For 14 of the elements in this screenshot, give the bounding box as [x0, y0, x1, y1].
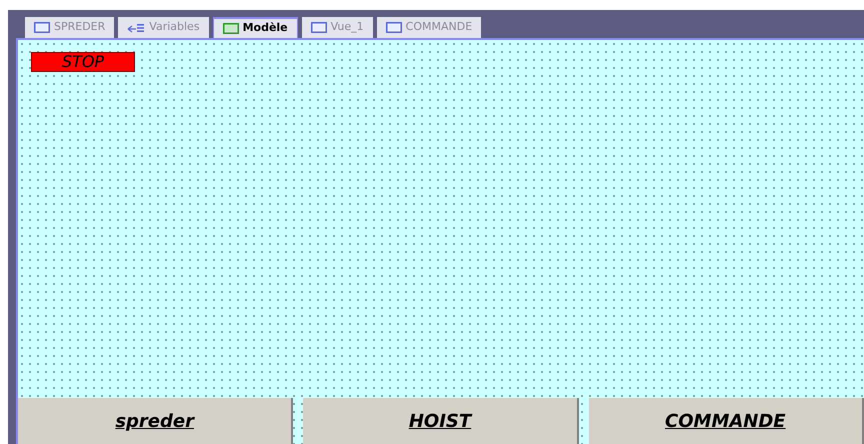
tab[interactable]: Variables — [118, 17, 209, 38]
nav-button[interactable]: HOIST — [303, 398, 579, 444]
stop-button[interactable]: STOP — [31, 52, 135, 72]
list-icon — [127, 22, 146, 32]
nav-button[interactable]: spreder — [18, 398, 294, 444]
screen-icon — [34, 22, 50, 33]
tab[interactable]: SPREDER — [25, 17, 114, 38]
tab[interactable]: Modèle — [212, 17, 298, 38]
screen-icon — [386, 22, 402, 33]
tab[interactable]: Vue_1 — [302, 17, 373, 38]
screen-icon — [310, 22, 327, 33]
screen-icon — [222, 23, 239, 34]
tab[interactable]: COMMANDE — [376, 17, 482, 38]
nav-button[interactable]: COMMANDE — [588, 398, 864, 444]
